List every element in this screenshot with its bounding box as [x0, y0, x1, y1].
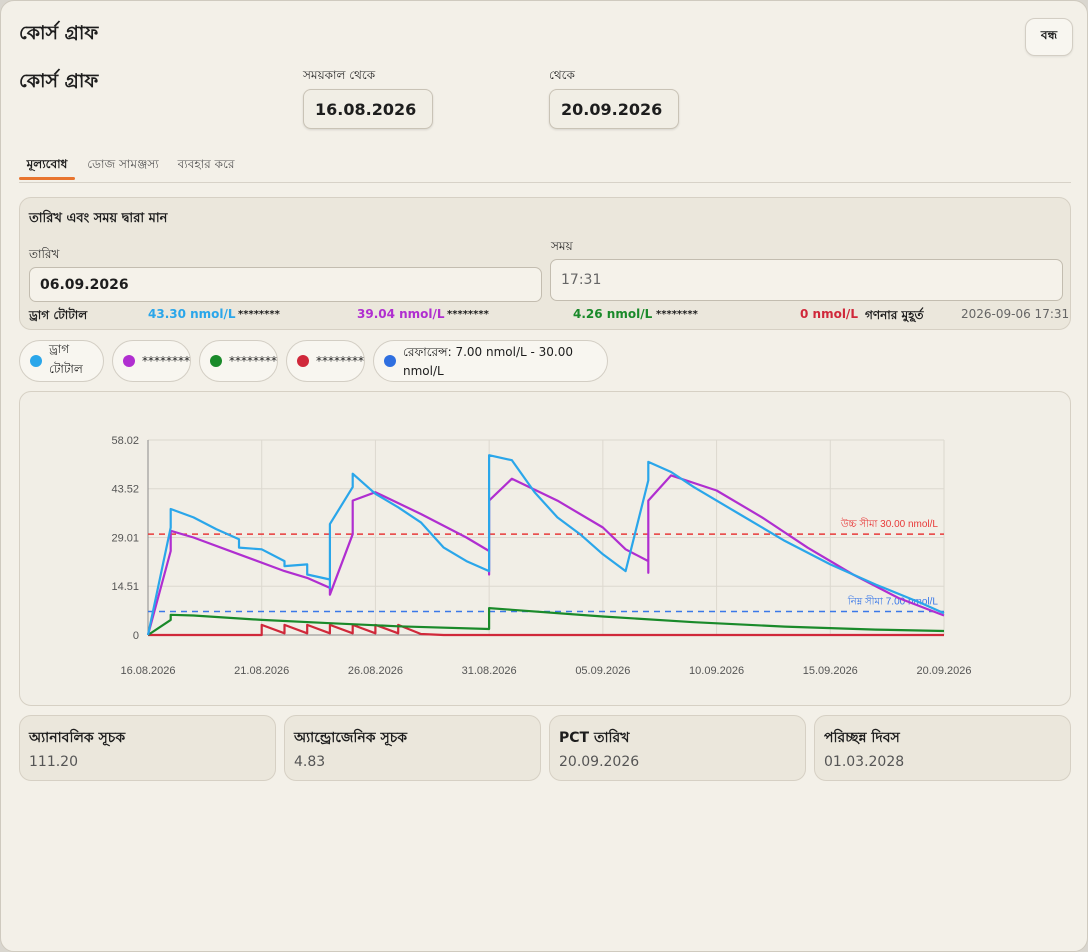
date-label: তারিখ [29, 247, 60, 261]
x-tick-label: 26.08.2026 [348, 665, 403, 677]
legend-chip-series2[interactable]: ******** [199, 340, 278, 382]
legend-dot [297, 355, 309, 367]
x-tick-label: 20.09.2026 [916, 665, 971, 677]
series-line-series3 [148, 623, 944, 637]
stat-label: PCT তারিখ [559, 730, 630, 746]
date-input[interactable]: 06.09.2026 [29, 267, 542, 302]
stat-label: অ্যানাবলিক সূচক [29, 730, 126, 746]
legend-label: রেফারেন্স: 7.00 nmol/L - 30.00 nmol/L [403, 345, 573, 378]
y-tick-label: 0 [133, 630, 139, 642]
legend-chip-drug-total[interactable]: ড্রাগ টোটাল [19, 340, 104, 382]
active-tab-indicator [19, 177, 75, 180]
x-tick-label: 31.08.2026 [462, 665, 517, 677]
stat-androgenic-index: অ্যান্ড্রোজেনিক সূচক 4.83 [284, 715, 541, 781]
y-tick-label: 58.02 [111, 435, 139, 447]
total-label: ড্রাগ টোটাল [29, 308, 88, 322]
total-value: 43.30 nmol/L [148, 307, 236, 321]
course-graph-window: কোর্স গ্রাফ বন্ধ কোর্স গ্রাফ সময়কাল থেক… [0, 0, 1088, 952]
series2-value: 4.26 nmol/L [573, 307, 653, 321]
course-chart: 0 14.51 29.01 43.52 58.02 16.08.2026 21.08.202… [111, 435, 971, 677]
series2-label: ******** [447, 309, 489, 320]
tab-bar: মূল্যবোধ ডোজ সামঞ্জস্য ব্যবহার করে [19, 151, 1071, 183]
series1-value: 39.04 nmol/L [357, 307, 445, 321]
x-tick-label: 10.09.2026 [689, 665, 744, 677]
x-tick-label: 16.08.2026 [120, 665, 175, 677]
legend-chip-reference[interactable]: রেফারেন্স: 7.00 nmol/L - 30.00 nmol/L [373, 340, 608, 382]
period-from-field[interactable]: 16.08.2026 [303, 89, 433, 129]
calc-moment-value: 2026-09-06 17:31 [961, 307, 1070, 321]
stat-label: পরিচ্ছন্ন দিবস [824, 730, 900, 746]
y-tick-label: 29.01 [111, 533, 139, 545]
legend-chip-series3[interactable]: ******** [286, 340, 365, 382]
x-tick-label: 05.09.2026 [575, 665, 630, 677]
period-to-field[interactable]: 20.09.2026 [549, 89, 679, 129]
series3-label: ******** [656, 309, 698, 320]
legend-label: ******** [316, 354, 364, 368]
legend-dot [123, 355, 135, 367]
stat-value: 4.83 [294, 754, 326, 770]
y-tick-label: 14.51 [111, 581, 139, 593]
stat-clean-day: পরিচ্ছন্ন দিবস 01.03.2028 [814, 715, 1071, 781]
page-title: কোর্স গ্রাফ [19, 70, 99, 92]
reference-line-label: উচ্চ সীমা 30.00 nmol/L [840, 517, 939, 530]
legend-label: ******** [142, 354, 190, 368]
tab-dose-adjustment[interactable]: ডোজ সামঞ্জস্য [87, 151, 159, 181]
chart-card: 0 14.51 29.01 43.52 58.02 16.08.2026 21.08.202… [19, 391, 1071, 706]
calc-moment-label: গণনার মুহূর্ত [865, 308, 924, 322]
stat-value: 111.20 [29, 754, 78, 770]
stat-anabolic-index: অ্যানাবলিক সূচক 111.20 [19, 715, 276, 781]
series3-value: 0 nmol/L [800, 307, 858, 321]
time-label: সময় [551, 239, 573, 253]
tab-usage[interactable]: ব্যবহার করে [175, 151, 237, 181]
legend-dot [30, 355, 42, 367]
series-line-drug-total [146, 454, 945, 636]
values-by-datetime-panel: তারিখ এবং সময় দ্বারা মান তারিখ 06.09.20… [19, 197, 1071, 330]
stat-value: 01.03.2028 [824, 754, 905, 770]
legend-label: ******** [229, 354, 277, 368]
legend-chip-series1[interactable]: ******** [112, 340, 191, 382]
y-tick-label: 43.52 [111, 484, 139, 496]
time-input[interactable]: 17:31 [550, 259, 1063, 301]
close-button[interactable]: বন্ধ [1025, 18, 1073, 56]
series1-label: ******** [238, 309, 280, 320]
stat-value: 20.09.2026 [559, 754, 640, 770]
legend-label: ড্রাগ টোটাল [49, 342, 83, 376]
legend-dot [384, 355, 396, 367]
x-tick-label: 21.08.2026 [234, 665, 289, 677]
panel-title: তারিখ এবং সময় দ্বারা মান [29, 211, 168, 226]
stat-pct-date: PCT তারিখ 20.09.2026 [549, 715, 806, 781]
stat-label: অ্যান্ড্রোজেনিক সূচক [294, 730, 408, 746]
x-tick-label: 15.09.2026 [803, 665, 858, 677]
window-title: কোর্স গ্রাফ [19, 22, 99, 44]
period-to-label: থেকে [549, 68, 575, 82]
legend-dot [210, 355, 222, 367]
period-from-label: সময়কাল থেকে [303, 68, 376, 82]
